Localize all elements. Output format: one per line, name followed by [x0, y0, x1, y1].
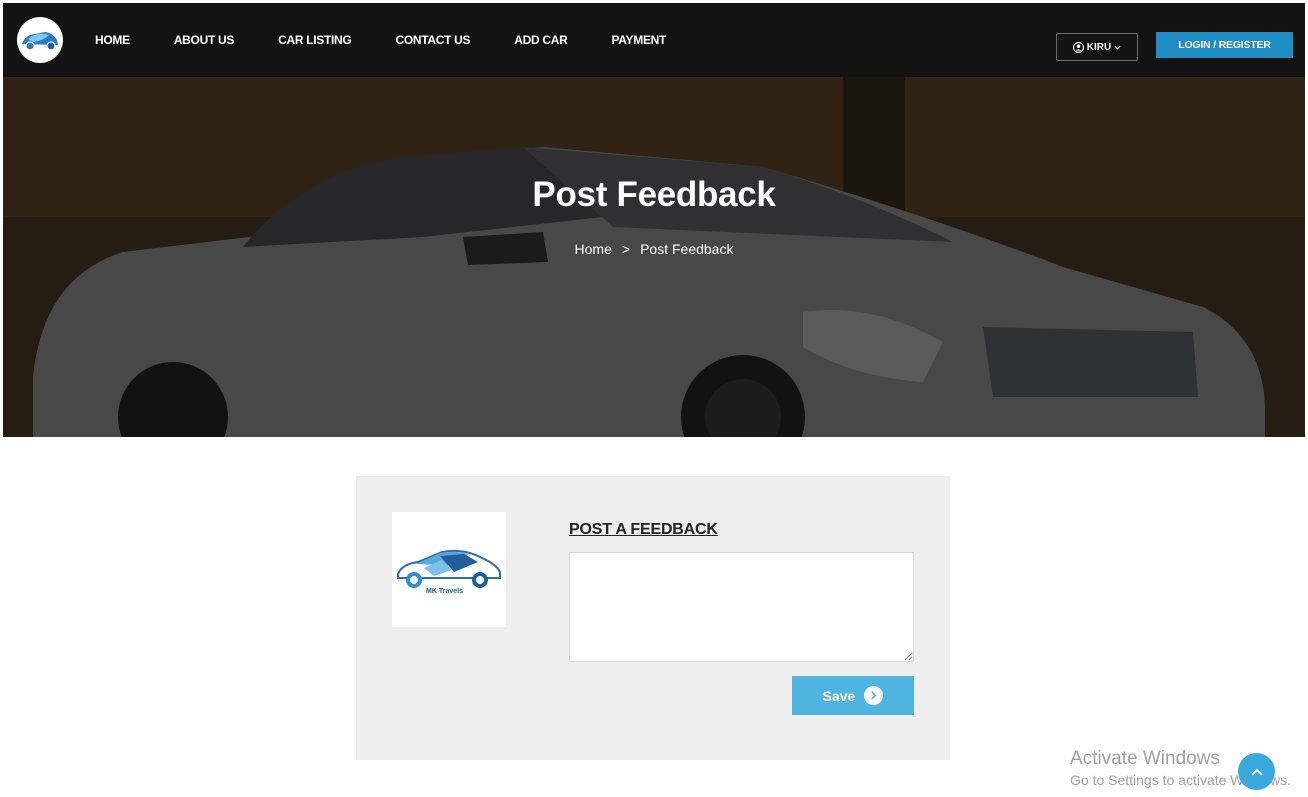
main-menu: HOME ABOUT US CAR LISTING CONTACT US ADD… — [95, 3, 710, 77]
breadcrumb-separator: > — [621, 241, 631, 257]
top-navbar: HOME ABOUT US CAR LISTING CONTACT US ADD… — [3, 3, 1305, 77]
breadcrumb-current: Post Feedback — [640, 241, 734, 257]
save-button[interactable]: Save — [792, 676, 914, 715]
nav-home[interactable]: HOME — [95, 33, 130, 47]
breadcrumb-home[interactable]: Home — [575, 241, 612, 257]
hero-banner: Post Feedback Home > Post Feedback — [3, 77, 1305, 437]
logo-text: MK Travels — [426, 588, 463, 595]
windows-watermark-title: Activate Windows — [1070, 748, 1220, 769]
login-register-button[interactable]: LOGIN / REGISTER — [1156, 32, 1293, 58]
feedback-heading: POST A FEEDBACK — [569, 521, 718, 538]
page-title: Post Feedback — [532, 175, 776, 214]
scroll-to-top-button[interactable] — [1238, 753, 1275, 790]
user-name: KIRU — [1086, 41, 1112, 53]
user-circle-icon — [1072, 41, 1084, 53]
company-logo: MK Travels — [392, 512, 506, 627]
hero-overlay — [3, 77, 1305, 437]
nav-payment[interactable]: PAYMENT — [611, 33, 666, 47]
chevron-up-icon — [1250, 768, 1263, 776]
feedback-textarea[interactable] — [569, 552, 914, 662]
user-menu-button[interactable]: KIRU — [1056, 33, 1138, 61]
car-logo-icon — [22, 32, 58, 51]
breadcrumb: Home > Post Feedback — [3, 241, 1305, 257]
chevron-down-icon — [1114, 45, 1121, 50]
site-logo[interactable] — [17, 17, 63, 63]
nav-contact-us[interactable]: CONTACT US — [395, 33, 470, 47]
nav-car-listing[interactable]: CAR LISTING — [278, 33, 352, 47]
feedback-panel: MK Travels POST A FEEDBACK Save — [356, 476, 950, 760]
save-label: Save — [822, 687, 856, 704]
page-frame: HOME ABOUT US CAR LISTING CONTACT US ADD… — [3, 3, 1305, 797]
chevron-right-icon — [864, 686, 884, 705]
mk-travels-logo-icon: MK Travels — [397, 549, 501, 595]
nav-add-car[interactable]: ADD CAR — [514, 33, 568, 47]
nav-about-us[interactable]: ABOUT US — [174, 33, 235, 47]
